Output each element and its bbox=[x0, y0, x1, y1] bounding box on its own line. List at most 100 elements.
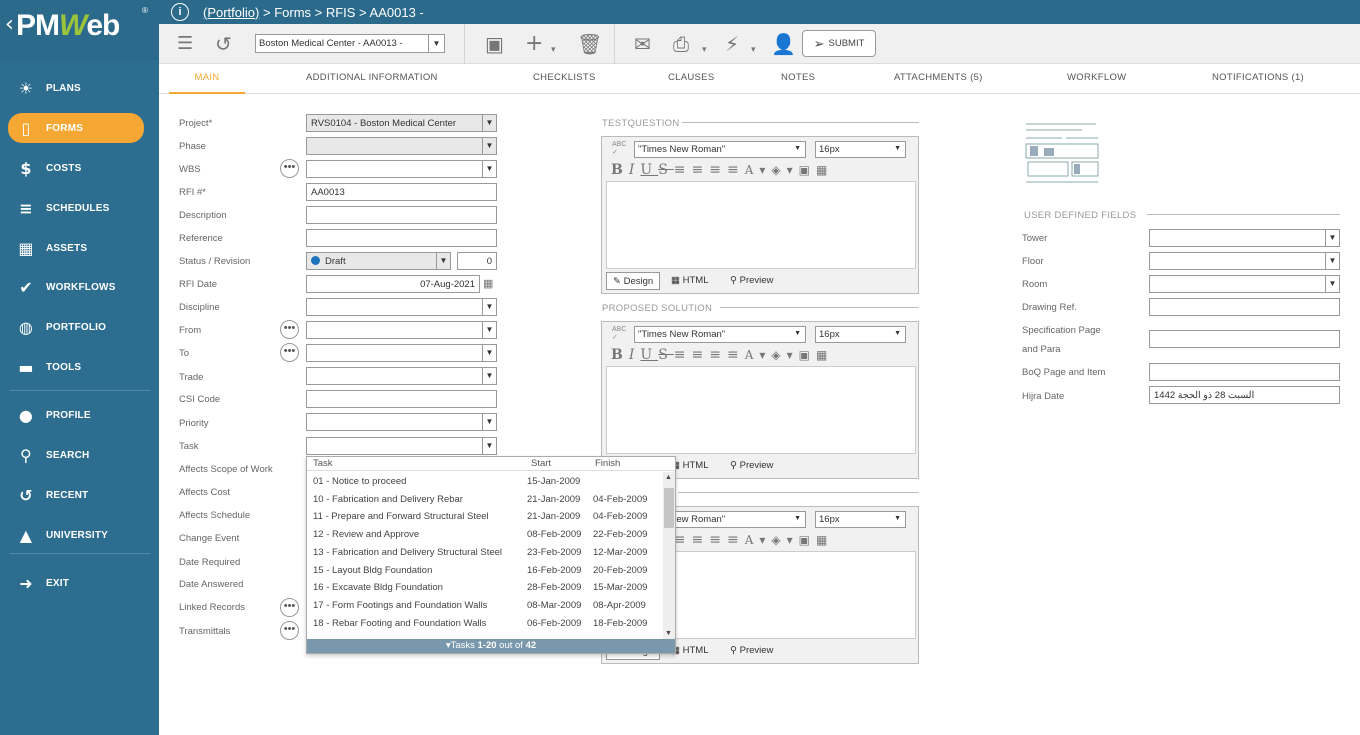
print-icon[interactable]: ⎙ bbox=[673, 32, 689, 56]
spellcheck-icon[interactable]: ABC✓ bbox=[612, 326, 626, 341]
nav-profile[interactable]: ● PROFILE bbox=[8, 400, 144, 430]
csi-code-input[interactable] bbox=[306, 390, 497, 408]
nav-assets[interactable]: ▦ ASSETS bbox=[8, 233, 144, 263]
nav-search[interactable]: ⚲ SEARCH bbox=[8, 440, 144, 470]
history-icon[interactable]: ↺ bbox=[215, 32, 232, 56]
project-select[interactable]: RVS0104 - Boston Medical Center ▼ bbox=[306, 114, 497, 132]
from-select[interactable]: ▼ bbox=[306, 321, 497, 339]
nav-costs[interactable]: $ COSTS bbox=[8, 153, 144, 183]
tab-clauses[interactable]: CLAUSES bbox=[668, 64, 714, 94]
tab-attachments[interactable]: ATTACHMENTS (5) bbox=[894, 64, 983, 94]
priority-select[interactable]: ▼ bbox=[306, 413, 497, 431]
pmweb-logo[interactable]: ‹ PMWeb ® bbox=[0, 0, 159, 60]
nav-plans[interactable]: ☀ PLANS bbox=[8, 73, 144, 103]
breadcrumb-portfolio-link[interactable]: (Portfolio) bbox=[203, 5, 259, 20]
task-row[interactable]: 01 - Notice to proceed 15-Jan-2009 bbox=[307, 476, 662, 494]
linked-records-button[interactable]: ••• bbox=[280, 598, 299, 617]
tab-notifications[interactable]: NOTIFICATIONS (1) bbox=[1212, 64, 1304, 94]
format-toolbar[interactable]: BIUS≡≡≡≡A▾◈▾▣▦ bbox=[611, 162, 833, 178]
save-icon[interactable]: ▣ bbox=[485, 32, 504, 56]
user-icon[interactable]: 👤 bbox=[771, 32, 796, 56]
html-mode-button[interactable]: ▦ HTML bbox=[671, 272, 709, 290]
nav-portfolio[interactable]: ◍ PORTFOLIO bbox=[8, 312, 144, 342]
preview-mode-button[interactable]: ⚲ Preview bbox=[730, 642, 773, 660]
add-icon[interactable]: + bbox=[525, 32, 543, 56]
task-row[interactable]: 12 - Review and Approve 08-Feb-2009 22-Feb… bbox=[307, 529, 662, 547]
editor-content-area[interactable] bbox=[606, 181, 916, 269]
design-mode-button[interactable]: ✎ Design bbox=[606, 272, 661, 290]
nav-recent[interactable]: ↺ RECENT bbox=[8, 480, 144, 510]
delete-icon[interactable]: 🗑 bbox=[577, 32, 602, 56]
task-dropdown-popup[interactable]: Task Start Finish 01 - Notice to proceed… bbox=[306, 456, 676, 654]
task-row[interactable]: 15 - Layout Bldg Foundation 16-Feb-2009 20… bbox=[307, 565, 662, 583]
tab-notes[interactable]: NOTES bbox=[781, 64, 815, 94]
nav-university[interactable]: ▲ UNIVERSITY bbox=[8, 520, 144, 550]
font-size-select[interactable]: 16px ▼ bbox=[815, 511, 906, 528]
wbs-select[interactable]: ▼ bbox=[306, 160, 497, 178]
editor-content-area[interactable] bbox=[606, 366, 916, 454]
status-select[interactable]: Draft ▼ bbox=[306, 252, 451, 270]
floor-select[interactable]: ▼ bbox=[1149, 252, 1340, 270]
hijra-date-input[interactable]: السبت 28 ذو الحجة 1442 bbox=[1149, 386, 1340, 404]
nav-schedules[interactable]: ≡ SCHEDULES bbox=[8, 193, 144, 223]
task-popup-scrollbar[interactable]: ▲ ▼ bbox=[663, 472, 675, 639]
html-mode-button[interactable]: ▦ HTML bbox=[671, 457, 709, 475]
to-select[interactable]: ▼ bbox=[306, 344, 497, 362]
task-row[interactable]: 11 - Prepare and Forward Structural Stee… bbox=[307, 511, 662, 529]
font-size-select[interactable]: 16px ▼ bbox=[815, 326, 906, 343]
html-mode-button[interactable]: ▦ HTML bbox=[671, 642, 709, 660]
lightning-icon[interactable]: ⚡ bbox=[725, 32, 739, 56]
font-size-select[interactable]: 16px ▼ bbox=[815, 141, 906, 158]
scrollbar-thumb[interactable] bbox=[664, 488, 674, 528]
actions-dropdown-icon[interactable]: ▾ bbox=[751, 38, 756, 62]
reference-input[interactable] bbox=[306, 229, 497, 247]
specification-page-input[interactable] bbox=[1149, 330, 1340, 348]
nav-workflows[interactable]: ✔ WORKFLOWS bbox=[8, 272, 144, 302]
tab-main[interactable]: MAIN bbox=[169, 64, 245, 94]
list-view-icon[interactable]: ☰ bbox=[177, 32, 193, 56]
discipline-select[interactable]: ▼ bbox=[306, 298, 497, 316]
tower-select[interactable]: ▼ bbox=[1149, 229, 1340, 247]
nav-exit[interactable]: ➜ EXIT bbox=[8, 568, 144, 598]
preview-mode-button[interactable]: ⚲ Preview bbox=[730, 272, 773, 290]
record-selector[interactable]: Boston Medical Center - AA0013 - ▼ bbox=[255, 34, 445, 53]
format-toolbar[interactable]: BIUS≡≡≡≡A▾◈▾▣▦ bbox=[611, 347, 833, 363]
info-icon[interactable]: i bbox=[171, 3, 189, 21]
description-input[interactable] bbox=[306, 206, 497, 224]
font-family-select[interactable]: "Times New Roman" ▼ bbox=[634, 141, 806, 158]
tab-workflow[interactable]: WORKFLOW bbox=[1067, 64, 1126, 94]
print-dropdown-icon[interactable]: ▾ bbox=[702, 38, 707, 62]
email-icon[interactable]: ✉ bbox=[634, 32, 651, 56]
submit-button[interactable]: ➢ SUBMIT bbox=[802, 30, 876, 57]
tab-additional-information[interactable]: ADDITIONAL INFORMATION bbox=[306, 64, 438, 94]
nav-forms[interactable]: ▯ FORMS bbox=[8, 113, 144, 143]
trade-select[interactable]: ▼ bbox=[306, 367, 497, 385]
tab-checklists[interactable]: CHECKLISTS bbox=[533, 64, 596, 94]
transmittals-button[interactable]: ••• bbox=[280, 621, 299, 640]
add-dropdown-icon[interactable]: ▾ bbox=[551, 38, 556, 62]
font-family-select[interactable]: "Times New Roman" ▼ bbox=[634, 326, 806, 343]
preview-mode-button[interactable]: ⚲ Preview bbox=[730, 457, 773, 475]
calendar-icon[interactable]: ▦ bbox=[483, 277, 493, 290]
task-row[interactable]: 13 - Fabrication and Delivery Structural… bbox=[307, 547, 662, 565]
room-select[interactable]: ▼ bbox=[1149, 275, 1340, 293]
to-lookup-button[interactable]: ••• bbox=[280, 343, 299, 362]
nav-tools[interactable]: ▬ TOOLS bbox=[8, 352, 144, 382]
task-select[interactable]: ▼ bbox=[306, 437, 497, 455]
boq-page-input[interactable] bbox=[1149, 363, 1340, 381]
task-row[interactable]: 16 - Excavate Bldg Foundation 28-Feb-2009… bbox=[307, 582, 662, 600]
task-popup-footer[interactable]: ▾Tasks 1-20 out of 42 bbox=[307, 639, 675, 653]
rfi-number-input[interactable]: AA0013 bbox=[306, 183, 497, 201]
task-row[interactable]: 17 - Form Footings and Foundation Walls 0… bbox=[307, 600, 662, 618]
from-lookup-button[interactable]: ••• bbox=[280, 320, 299, 339]
spellcheck-icon[interactable]: ABC✓ bbox=[612, 141, 626, 156]
revision-input[interactable]: 0 bbox=[457, 252, 497, 270]
wbs-lookup-button[interactable]: ••• bbox=[280, 159, 299, 178]
drawing-ref-input[interactable] bbox=[1149, 298, 1340, 316]
attachment-thumbnail[interactable] bbox=[1022, 118, 1101, 195]
back-chevron-icon[interactable]: ‹ bbox=[5, 12, 14, 37]
rfi-date-input[interactable]: 07-Aug-2021 bbox=[306, 275, 480, 293]
task-row[interactable]: 10 - Fabrication and Delivery Rebar 21-Ja… bbox=[307, 494, 662, 512]
task-row[interactable]: 18 - Rebar Footing and Foundation Walls 0… bbox=[307, 618, 662, 636]
phase-select[interactable]: ▼ bbox=[306, 137, 497, 155]
